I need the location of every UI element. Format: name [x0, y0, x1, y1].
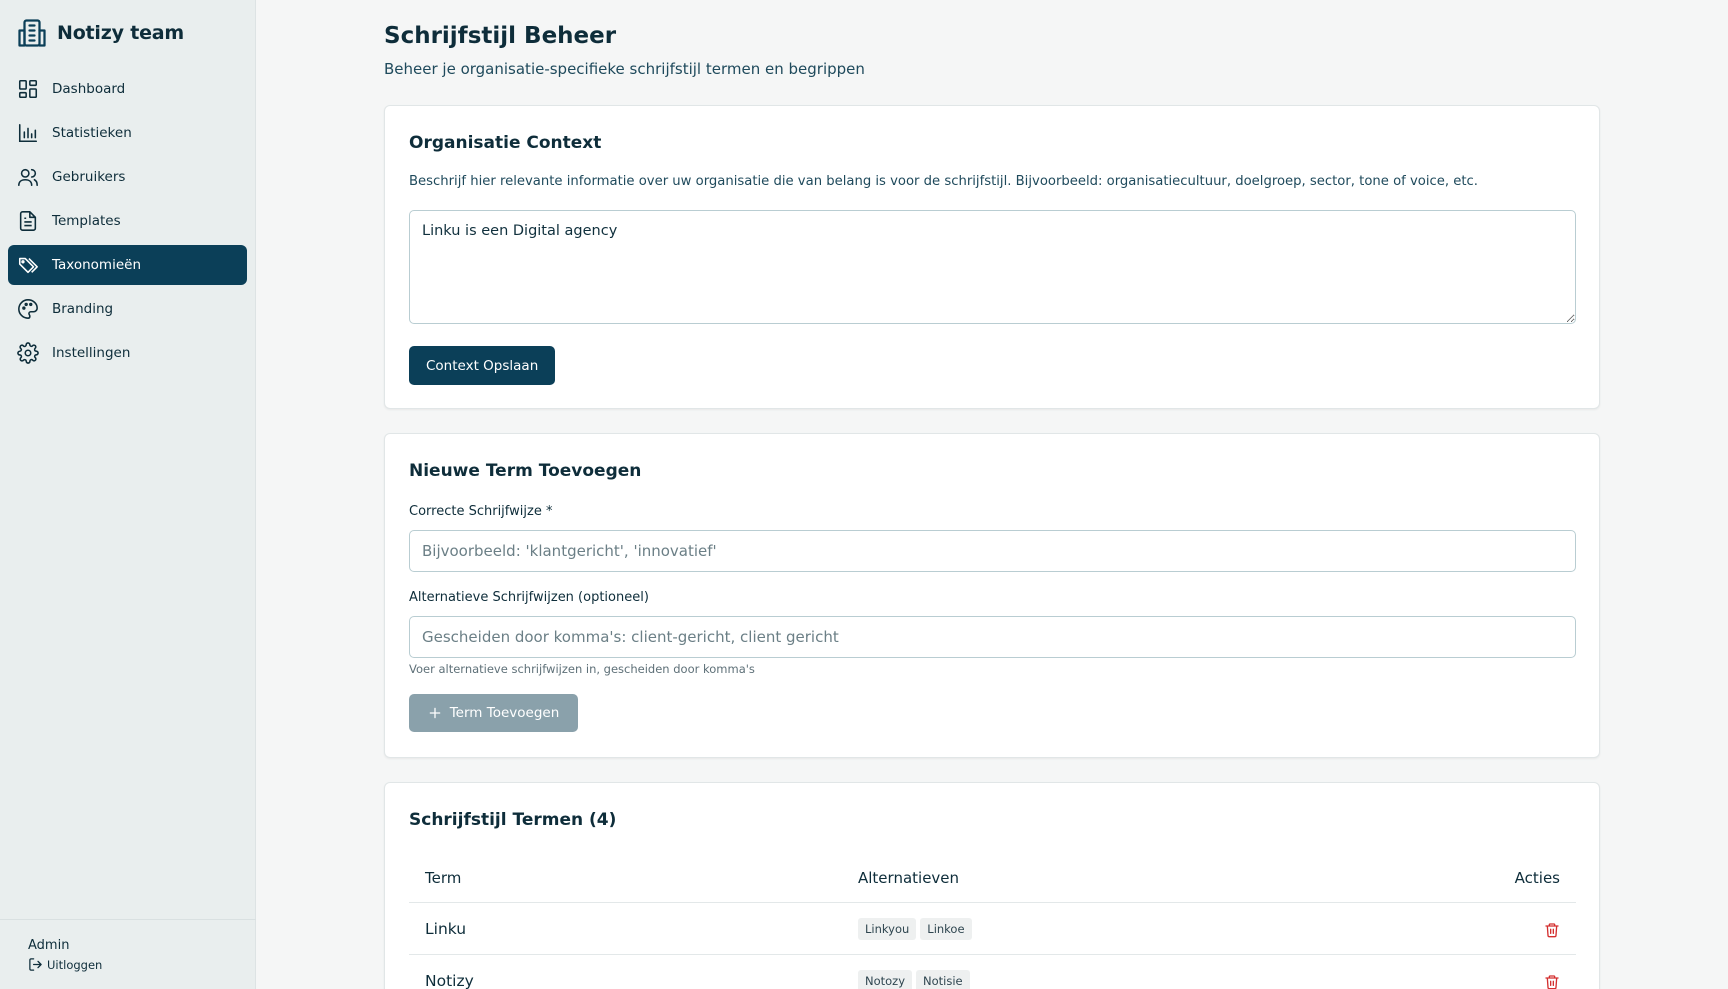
alternative-tag: Linkyou	[858, 917, 917, 940]
table-header: Term Alternatieven Acties	[409, 853, 1576, 903]
alternatives-cell: Linkyou Linkoe	[858, 917, 1476, 940]
sidebar-item-taxonomieen[interactable]: Taxonomieën	[8, 245, 247, 285]
terms-card: Schrijfstijl Termen (4) Term Alternatiev…	[384, 782, 1600, 989]
logout-link[interactable]: Uitloggen	[28, 957, 102, 972]
column-header-term: Term	[425, 868, 462, 887]
card-title: Nieuwe Term Toevoegen	[409, 461, 642, 481]
alternatives-input[interactable]	[409, 616, 1576, 658]
column-header-alternatives: Alternatieven	[858, 868, 960, 887]
terms-table: Term Alternatieven Acties Linku Linkyou …	[409, 853, 1576, 989]
sidebar-item-dashboard[interactable]: Dashboard	[8, 69, 247, 109]
sidebar-item-gebruikers[interactable]: Gebruikers	[8, 157, 247, 197]
correct-spelling-input[interactable]	[409, 530, 1576, 572]
alternatives-hint: Voer alternatieve schrijfwijzen in, gesc…	[409, 662, 755, 676]
actions-cell	[1476, 919, 1576, 938]
delete-term-icon[interactable]	[1544, 922, 1560, 938]
sidebar-item-branding[interactable]: Branding	[8, 289, 247, 329]
logout-label: Uitloggen	[47, 957, 103, 972]
sidebar-item-label: Templates	[52, 213, 121, 229]
context-help-text: Beschrijf hier relevante informatie over…	[409, 174, 1478, 189]
save-context-button[interactable]: Context Opslaan	[409, 346, 556, 385]
bar-chart-icon	[18, 123, 38, 143]
column-header-actions: Acties	[1514, 868, 1560, 887]
add-term-button[interactable]: Term Toevoegen	[409, 694, 578, 732]
sidebar-item-label: Instellingen	[52, 345, 131, 361]
tags-icon	[18, 257, 38, 274]
delete-term-icon[interactable]	[1544, 974, 1560, 989]
context-textarea[interactable]: Linku is een Digital agency	[409, 210, 1576, 324]
page-subtitle: Beheer je organisatie-specifieke schrijf…	[384, 60, 865, 78]
dashboard-icon	[18, 79, 38, 99]
page-title: Schrijfstijl Beheer	[384, 23, 617, 49]
sidebar-item-statistieken[interactable]: Statistieken	[8, 113, 247, 153]
sidebar-item-label: Taxonomieën	[52, 257, 142, 273]
alternative-tag: Notozy	[858, 969, 913, 989]
new-term-card: Nieuwe Term Toevoegen Correcte Schrijfwi…	[384, 433, 1600, 758]
logout-icon	[29, 958, 42, 971]
app-name: Notizy team	[57, 22, 184, 44]
alternative-tag: Notisie	[916, 969, 970, 989]
term-cell: Linku	[425, 919, 467, 938]
add-term-label: Term Toevoegen	[449, 705, 560, 721]
table-row: Notizy Notozy Notisie	[409, 955, 1576, 989]
sidebar-nav: Dashboard Statistieken Gebruikers Templa…	[8, 69, 247, 377]
sidebar: Notizy team Dashboard Statistieken Gebru…	[0, 0, 256, 989]
sidebar-item-label: Branding	[52, 301, 114, 317]
gear-icon	[17, 342, 39, 364]
actions-cell	[1476, 971, 1576, 989]
palette-icon	[18, 299, 38, 319]
sidebar-item-templates[interactable]: Templates	[8, 201, 247, 241]
table-row: Linku Linkyou Linkoe	[409, 903, 1576, 955]
alternative-tag: Linkoe	[920, 917, 972, 940]
sidebar-item-label: Gebruikers	[52, 169, 126, 185]
building-logo-icon	[18, 19, 46, 47]
plus-icon	[429, 707, 441, 719]
correct-spelling-label: Correcte Schrijfwijze *	[409, 504, 553, 519]
sidebar-footer: Admin Uitloggen	[0, 919, 256, 989]
alternatives-label: Alternatieve Schrijfwijzen (optioneel)	[409, 590, 649, 605]
brand[interactable]: Notizy team	[17, 17, 184, 49]
card-title: Schrijfstijl Termen (4)	[409, 810, 617, 830]
users-icon	[18, 168, 38, 187]
card-title: Organisatie Context	[409, 133, 602, 153]
alternatives-cell: Notozy Notisie	[858, 969, 1476, 989]
organisation-context-card: Organisatie Context Beschrijf hier relev…	[384, 105, 1600, 409]
sidebar-item-label: Dashboard	[52, 81, 126, 97]
term-cell: Notizy	[425, 971, 474, 989]
current-user-name: Admin	[28, 938, 70, 953]
sidebar-item-instellingen[interactable]: Instellingen	[8, 333, 247, 373]
sidebar-item-label: Statistieken	[52, 125, 132, 141]
document-icon	[19, 211, 37, 231]
